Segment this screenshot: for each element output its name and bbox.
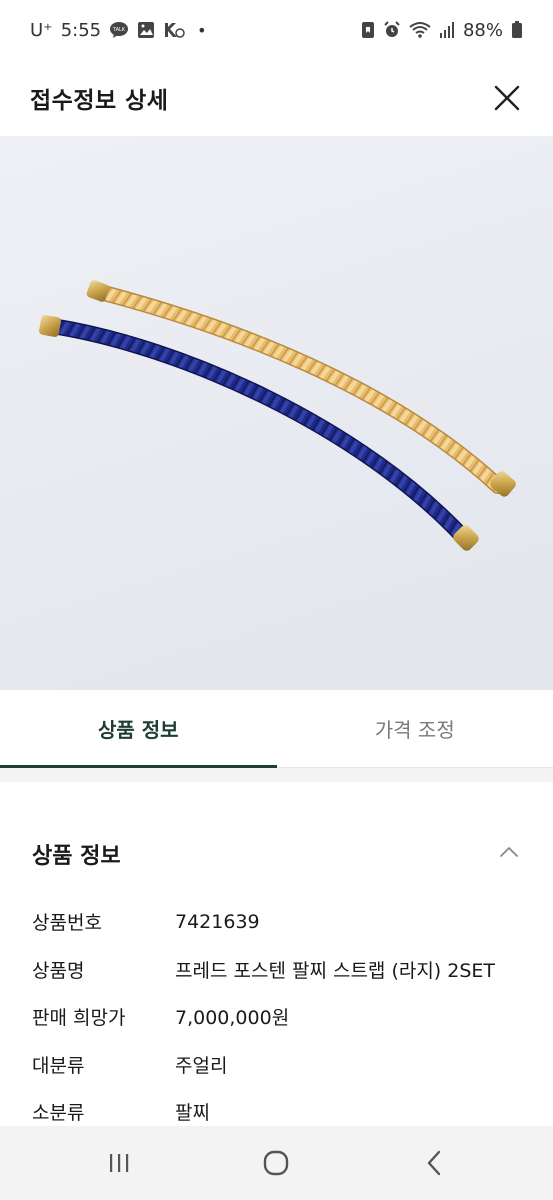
alarm-icon	[383, 21, 401, 39]
info-label: 상품명	[32, 959, 85, 982]
wifi-icon	[409, 21, 431, 39]
info-label: 대분류	[32, 1054, 85, 1077]
product-image	[0, 136, 553, 690]
tab-price-adjust[interactable]: 가격 조정	[277, 690, 553, 767]
signal-icon	[439, 21, 455, 39]
back-button[interactable]	[404, 1133, 464, 1193]
info-label: 상품번호	[32, 912, 102, 935]
back-icon	[427, 1150, 441, 1176]
info-row-product-number: 상품번호 7421639	[32, 898, 533, 946]
battery-icon	[511, 21, 523, 39]
status-right: 88%	[361, 20, 523, 41]
tab-bar: 상품 정보 가격 조정	[0, 690, 553, 768]
collapse-toggle[interactable]	[497, 840, 521, 864]
section-title: 상품 정보	[32, 844, 121, 869]
info-value: 프레드 포스텐 팔찌 스트랩 (라지) 2SET	[175, 959, 496, 982]
notification-dot: •	[197, 20, 207, 40]
system-nav-bar	[0, 1126, 553, 1200]
info-value: 주얼리	[175, 1054, 228, 1077]
battery-percent: 88%	[462, 19, 503, 41]
time-label: 5:55	[60, 19, 102, 41]
home-button[interactable]	[246, 1133, 306, 1193]
navy-cap-left	[39, 315, 61, 337]
product-info-section: 상품 정보 상품번호 7421639 상품명 프레드 포스텐 팔찌 스트랩 (라…	[0, 782, 553, 1126]
close-icon	[494, 85, 520, 111]
app-header: 접수정보 상세	[0, 60, 553, 136]
page-title: 접수정보 상세	[30, 88, 169, 114]
info-value: 7,000,000원	[175, 1007, 290, 1030]
info-label: 소분류	[32, 1102, 85, 1125]
gallery-icon	[137, 21, 155, 39]
status-left: U⁺ 5:55 TALK •	[30, 20, 207, 41]
info-list: 상품번호 7421639 상품명 프레드 포스텐 팔찌 스트랩 (라지) 2SE…	[32, 898, 533, 1136]
status-bar: U⁺ 5:55 TALK • 88%	[0, 0, 553, 60]
home-icon	[264, 1150, 289, 1176]
tab-product-info[interactable]: 상품 정보	[0, 690, 277, 768]
info-row-main-category: 대분류 주얼리	[32, 1041, 533, 1089]
info-row-asking-price: 판매 희망가 7,000,000원	[32, 993, 533, 1041]
section-divider	[0, 768, 553, 782]
info-value: 팔찌	[175, 1102, 210, 1125]
carrier-label: U⁺	[30, 19, 53, 41]
info-label: 판매 희망가	[32, 1007, 126, 1030]
info-row-product-name: 상품명 프레드 포스텐 팔찌 스트랩 (라지) 2SET	[32, 946, 533, 994]
chevron-up-icon	[500, 847, 518, 857]
talk-notification-icon: TALK	[109, 21, 129, 39]
close-button[interactable]	[491, 82, 523, 114]
svg-text:TALK: TALK	[112, 27, 126, 33]
recent-apps-icon	[109, 1154, 129, 1172]
network-speed-icon	[163, 21, 185, 39]
recent-apps-button[interactable]	[89, 1133, 149, 1193]
info-value: 7421639	[175, 910, 260, 933]
save-icon	[361, 21, 375, 39]
